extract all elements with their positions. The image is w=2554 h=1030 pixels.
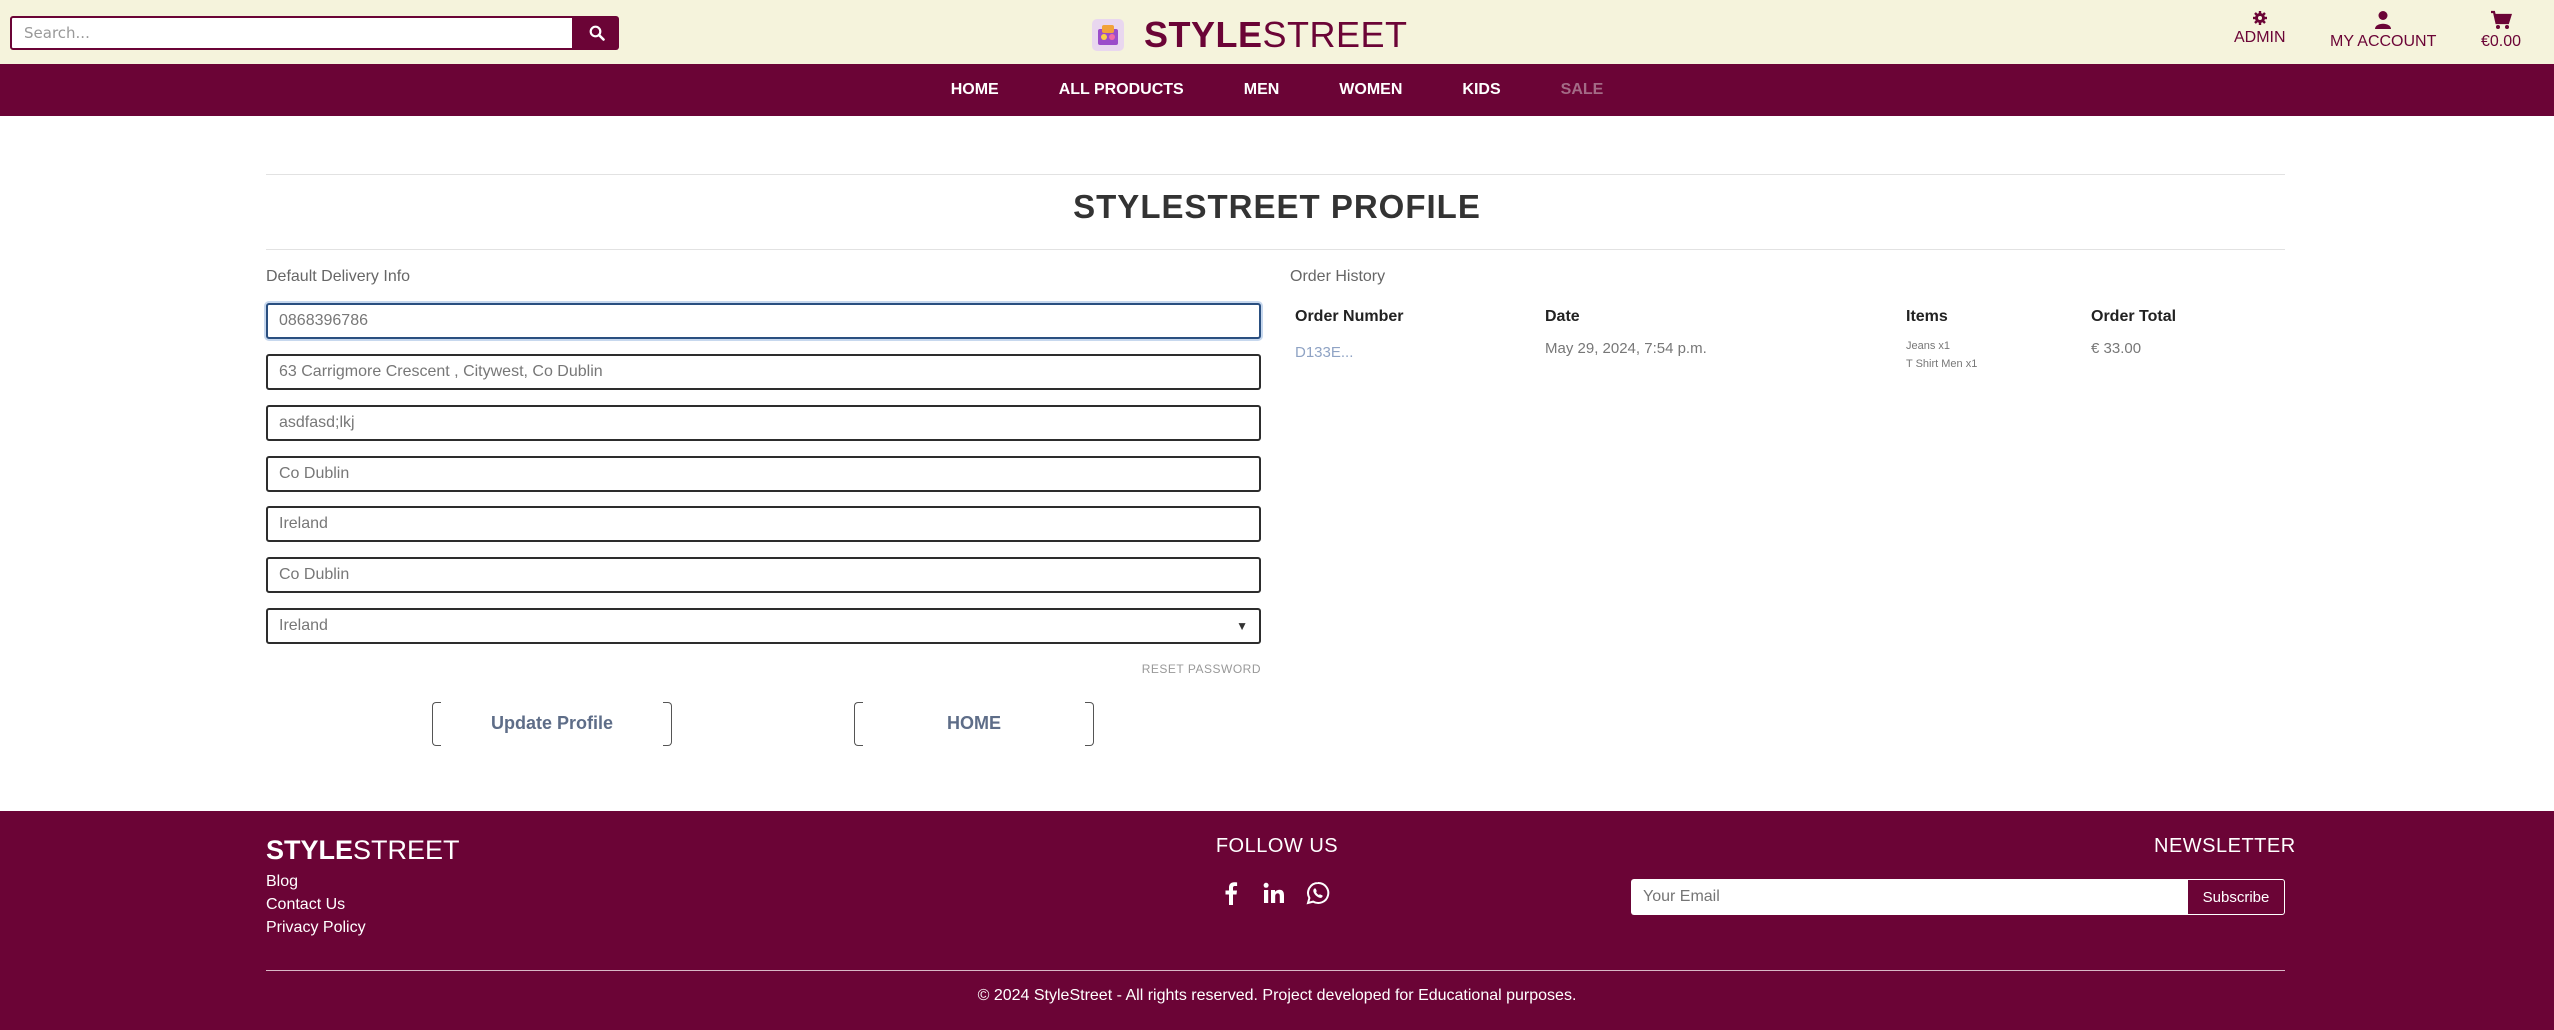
update-profile-button[interactable]: Update Profile <box>432 702 672 746</box>
title-rule-top <box>266 174 2285 175</box>
col-order-total: Order Total <box>2091 308 2177 325</box>
order-number-link[interactable]: D133E... <box>1295 344 1353 361</box>
social-links <box>1220 881 1330 905</box>
nav-kids[interactable]: KIDS <box>1432 81 1530 99</box>
home-button[interactable]: HOME <box>854 702 1094 746</box>
nav-men[interactable]: MEN <box>1214 81 1310 99</box>
my-account-label: MY ACCOUNT <box>2330 33 2437 50</box>
town-city-field[interactable]: Co Dublin <box>266 456 1261 492</box>
country-select[interactable]: Ireland ▼ <box>266 608 1261 644</box>
my-account-link[interactable]: MY ACCOUNT <box>2330 10 2436 51</box>
footer-links: Blog Contact Us Privacy Policy <box>266 873 366 937</box>
cart-icon <box>2491 10 2513 29</box>
subscribe-button[interactable]: Subscribe <box>2187 879 2285 915</box>
col-items: Items <box>1906 308 1948 325</box>
footer-link-blog[interactable]: Blog <box>266 873 366 891</box>
copyright-text: © 2024 StyleStreet - All rights reserved… <box>977 987 1577 1004</box>
top-header: STYLESTREET ADMIN MY ACCOUNT €0.00 <box>0 0 2554 64</box>
search-form <box>10 16 619 50</box>
facebook-icon[interactable] <box>1220 881 1242 905</box>
chevron-down-icon: ▼ <box>1236 619 1248 633</box>
main-nav: HOME ALL PRODUCTS MEN WOMEN KIDS SALE <box>0 64 2554 116</box>
reset-password-link[interactable]: RESET PASSWORD <box>1100 662 1261 676</box>
brand-name: STYLESTREET <box>1144 14 1408 55</box>
footer-link-privacy[interactable]: Privacy Policy <box>266 919 366 937</box>
search-icon <box>589 25 605 41</box>
nav-women[interactable]: WOMEN <box>1309 81 1432 99</box>
gear-icon <box>2252 11 2267 25</box>
footer-link-contact[interactable]: Contact Us <box>266 896 366 914</box>
search-button[interactable] <box>574 16 619 50</box>
order-item: T Shirt Men x1 <box>1906 358 1978 370</box>
nav-sale[interactable]: SALE <box>1531 81 1634 99</box>
brand-logo-link[interactable]: STYLESTREET <box>1090 14 1408 56</box>
newsletter-email-input[interactable] <box>1631 879 2187 915</box>
admin-link[interactable]: ADMIN <box>2234 10 2286 47</box>
footer: STYLESTREET Blog Contact Us Privacy Poli… <box>0 811 2554 1030</box>
street-address-1-field[interactable]: 63 Carrigmore Crescent , Citywest, Co Du… <box>266 354 1261 390</box>
title-rule-bottom <box>266 249 2285 250</box>
col-order-number: Order Number <box>1295 308 1404 325</box>
nav-all-products[interactable]: ALL PRODUCTS <box>1029 81 1214 99</box>
phone-field[interactable]: 0868396786 <box>266 303 1261 339</box>
county-field[interactable]: Ireland <box>266 506 1261 542</box>
order-total: € 33.00 <box>2091 340 2142 357</box>
order-history-label: Order History <box>1290 268 1386 285</box>
street-address-2-field[interactable]: asdfasd;lkj <box>266 405 1261 441</box>
user-icon <box>2375 11 2392 29</box>
cart-link[interactable]: €0.00 <box>2481 10 2521 51</box>
order-date: May 29, 2024, 7:54 p.m. <box>1545 340 1707 357</box>
delivery-info-label: Default Delivery Info <box>266 268 411 285</box>
whatsapp-icon[interactable] <box>1306 881 1330 905</box>
page-title: STYLESTREET PROFILE <box>1073 188 1481 225</box>
brand-logo-icon <box>1092 19 1124 51</box>
linkedin-icon[interactable] <box>1262 881 1286 905</box>
footer-divider <box>266 970 2285 971</box>
nav-home[interactable]: HOME <box>921 81 1029 99</box>
col-date: Date <box>1545 308 1580 325</box>
order-item: Jeans x1 <box>1906 340 1951 352</box>
cart-total: €0.00 <box>2481 33 2522 50</box>
newsletter-title: NEWSLETTER <box>2154 835 2296 857</box>
search-input[interactable] <box>10 16 574 50</box>
admin-label: ADMIN <box>2234 29 2286 46</box>
postcode-field[interactable]: Co Dublin <box>266 557 1261 593</box>
